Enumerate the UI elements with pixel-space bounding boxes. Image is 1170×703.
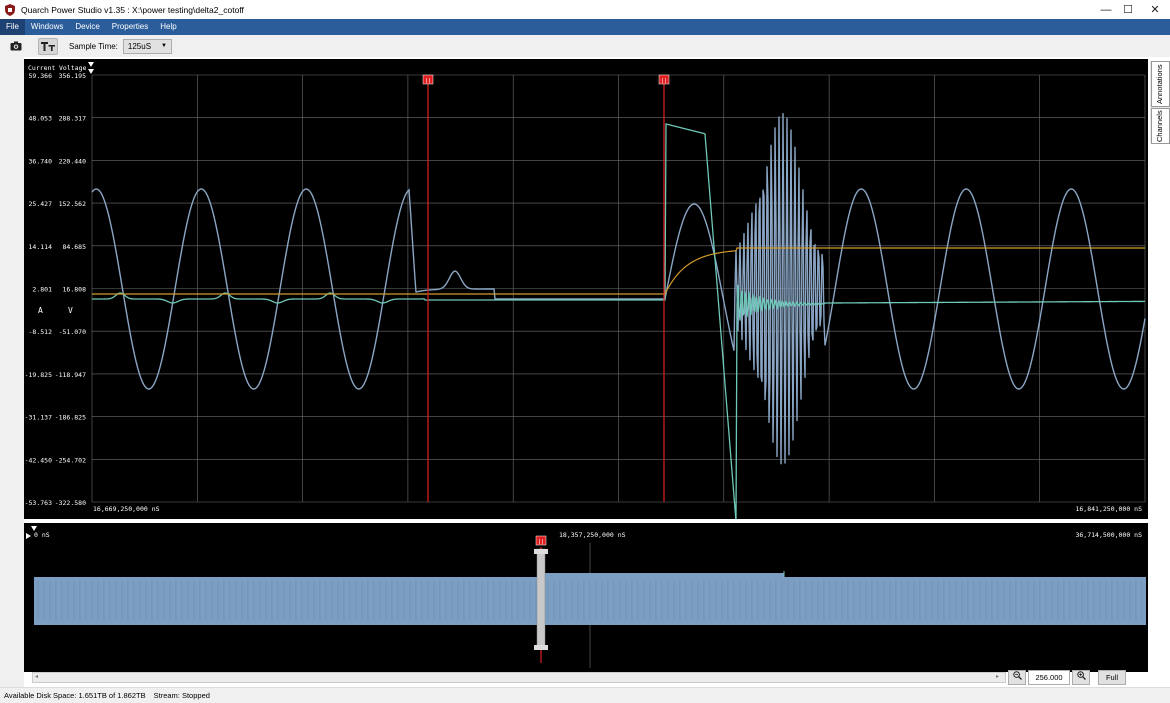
app-logo-icon	[5, 3, 15, 16]
time-end-label: 16,841,250,000 nS	[1075, 505, 1142, 513]
voltage-tick-label: 356.195	[59, 72, 86, 80]
sample-time-label: Sample Time:	[69, 41, 118, 51]
screenshot-button[interactable]	[6, 38, 25, 55]
menu-bar: File Windows Device Properties Help	[0, 19, 1170, 35]
current-tick-label: 36.740	[29, 157, 53, 165]
camera-icon	[10, 41, 21, 51]
cursor-start-handle-icon[interactable]	[88, 69, 94, 74]
current-tick-label: -8.512	[29, 328, 53, 336]
voltage-tick-label: -322.580	[55, 499, 86, 507]
axis-labels: 59.366 48.053 36.740 25.427 14.114 2.801 -8.51…	[25, 72, 86, 507]
voltage-tick-label: -254.702	[55, 456, 86, 464]
title-bar: Quarch Power Studio v1.35 : X:\power tes…	[0, 0, 1170, 19]
voltage-tick-label: 16.808	[63, 286, 87, 294]
cursor-start-handle-icon[interactable]	[88, 62, 94, 67]
current-tick-label: -42.450	[25, 456, 52, 464]
tab-channels[interactable]: Channels	[1151, 108, 1170, 144]
voltage-unit: V	[68, 306, 73, 315]
voltage-tick-label: -51.070	[59, 328, 86, 336]
voltage-tick-label: 220.440	[59, 157, 86, 165]
voltage-tick-label: 152.562	[59, 200, 86, 208]
current-tick-label: -31.137	[25, 414, 52, 422]
toolbar: Sample Time: 125uS ▼	[0, 35, 1170, 57]
voltage-tick-label: 84.685	[63, 243, 87, 251]
stream-status: Stream: Stopped	[153, 691, 210, 700]
voltage-axis-header: Voltage	[59, 64, 86, 72]
menu-windows[interactable]: Windows	[25, 19, 69, 35]
zoom-out-button[interactable]	[1008, 670, 1026, 685]
current-tick-label: 59.366	[29, 72, 53, 80]
voltage-tick-label: -186.825	[55, 414, 86, 422]
menu-properties[interactable]: Properties	[106, 19, 154, 35]
chevron-down-icon: ▼	[160, 42, 167, 49]
overview-window-cap-top	[534, 549, 548, 554]
scroll-right-icon[interactable]: ▸	[996, 674, 1003, 681]
current-tick-label: -53.763	[25, 499, 52, 507]
full-button[interactable]: Full	[1098, 670, 1126, 685]
cursor-flag-label: ||	[425, 78, 432, 84]
left-gutter	[0, 57, 24, 687]
overview-envelope-peak	[544, 573, 784, 577]
current-unit: A	[38, 306, 43, 315]
time-start-label: 16,669,250,000 nS	[93, 505, 160, 513]
menu-help[interactable]: Help	[154, 19, 182, 35]
overview-left-handle-icon[interactable]	[26, 533, 31, 539]
overview-chart[interactable]: 0 nS 18,357,250,000 nS 36,714,500,000 nS…	[24, 523, 1148, 672]
zoom-controls: 256.000 Full	[1008, 670, 1126, 685]
main-chart-svg: 59.366 48.053 36.740 25.427 14.114 2.801 -8.51…	[25, 62, 1146, 522]
voltage-tick-label: 288.317	[59, 115, 86, 123]
sample-time-select[interactable]: 125uS ▼	[122, 38, 172, 54]
status-bar: Available Disk Space: 1.651TB of 1.862TB…	[0, 687, 1170, 703]
text-tool-icon	[41, 41, 55, 51]
side-tabs: Annotations Channels	[1150, 61, 1170, 144]
overview-cursor-flag-label: ||	[538, 539, 545, 545]
overview-window-cap-bottom	[534, 645, 548, 650]
current-tick-label: 2.801	[32, 286, 52, 294]
zoom-in-button[interactable]	[1072, 670, 1090, 685]
zoom-out-icon	[1012, 671, 1022, 680]
minimize-button[interactable]: —	[1094, 0, 1118, 19]
overview-content: ||	[34, 535, 1146, 668]
scroll-left-icon[interactable]: ◂	[35, 674, 42, 681]
overview-time-start: 0 nS	[34, 531, 50, 539]
sample-time-value: 125uS	[127, 41, 152, 51]
zoom-value[interactable]: 256.000	[1028, 670, 1070, 685]
current-tick-label: 25.427	[29, 200, 53, 208]
overview-window-handle	[536, 548, 546, 650]
close-button[interactable]: ✕	[1143, 0, 1167, 19]
overview-time-mid: 18,357,250,000 nS	[559, 531, 626, 539]
window-title: Quarch Power Studio v1.35 : X:\power tes…	[21, 4, 244, 15]
main-grid	[91, 74, 1146, 503]
zoom-in-icon	[1076, 671, 1086, 680]
current-tick-label: 48.053	[29, 115, 53, 123]
menu-device[interactable]: Device	[69, 19, 105, 35]
main-area: 59.366 48.053 36.740 25.427 14.114 2.801 -8.51…	[0, 57, 1170, 687]
current-axis-header: Current	[28, 64, 55, 72]
main-chart[interactable]: 59.366 48.053 36.740 25.427 14.114 2.801 -8.51…	[24, 59, 1148, 522]
overview-chart-svg: 0 nS 18,357,250,000 nS 36,714,500,000 nS…	[26, 526, 1146, 668]
voltage-tick-label: -118.947	[55, 371, 86, 379]
disk-space-status: Available Disk Space: 1.651TB of 1.862TB	[4, 691, 146, 700]
current-tick-label: 14.114	[29, 243, 53, 251]
text-annotation-button[interactable]	[38, 37, 58, 55]
maximize-button[interactable]: ☐	[1116, 0, 1140, 19]
menu-file[interactable]: File	[0, 19, 25, 35]
cursor-flag-label: ||	[661, 78, 668, 84]
current-tick-label: -19.825	[25, 371, 52, 379]
overview-scrollbar[interactable]: ◂ ▸	[32, 672, 1006, 683]
overview-time-end: 36,714,500,000 nS	[1075, 531, 1142, 539]
tab-annotations[interactable]: Annotations	[1151, 61, 1170, 107]
